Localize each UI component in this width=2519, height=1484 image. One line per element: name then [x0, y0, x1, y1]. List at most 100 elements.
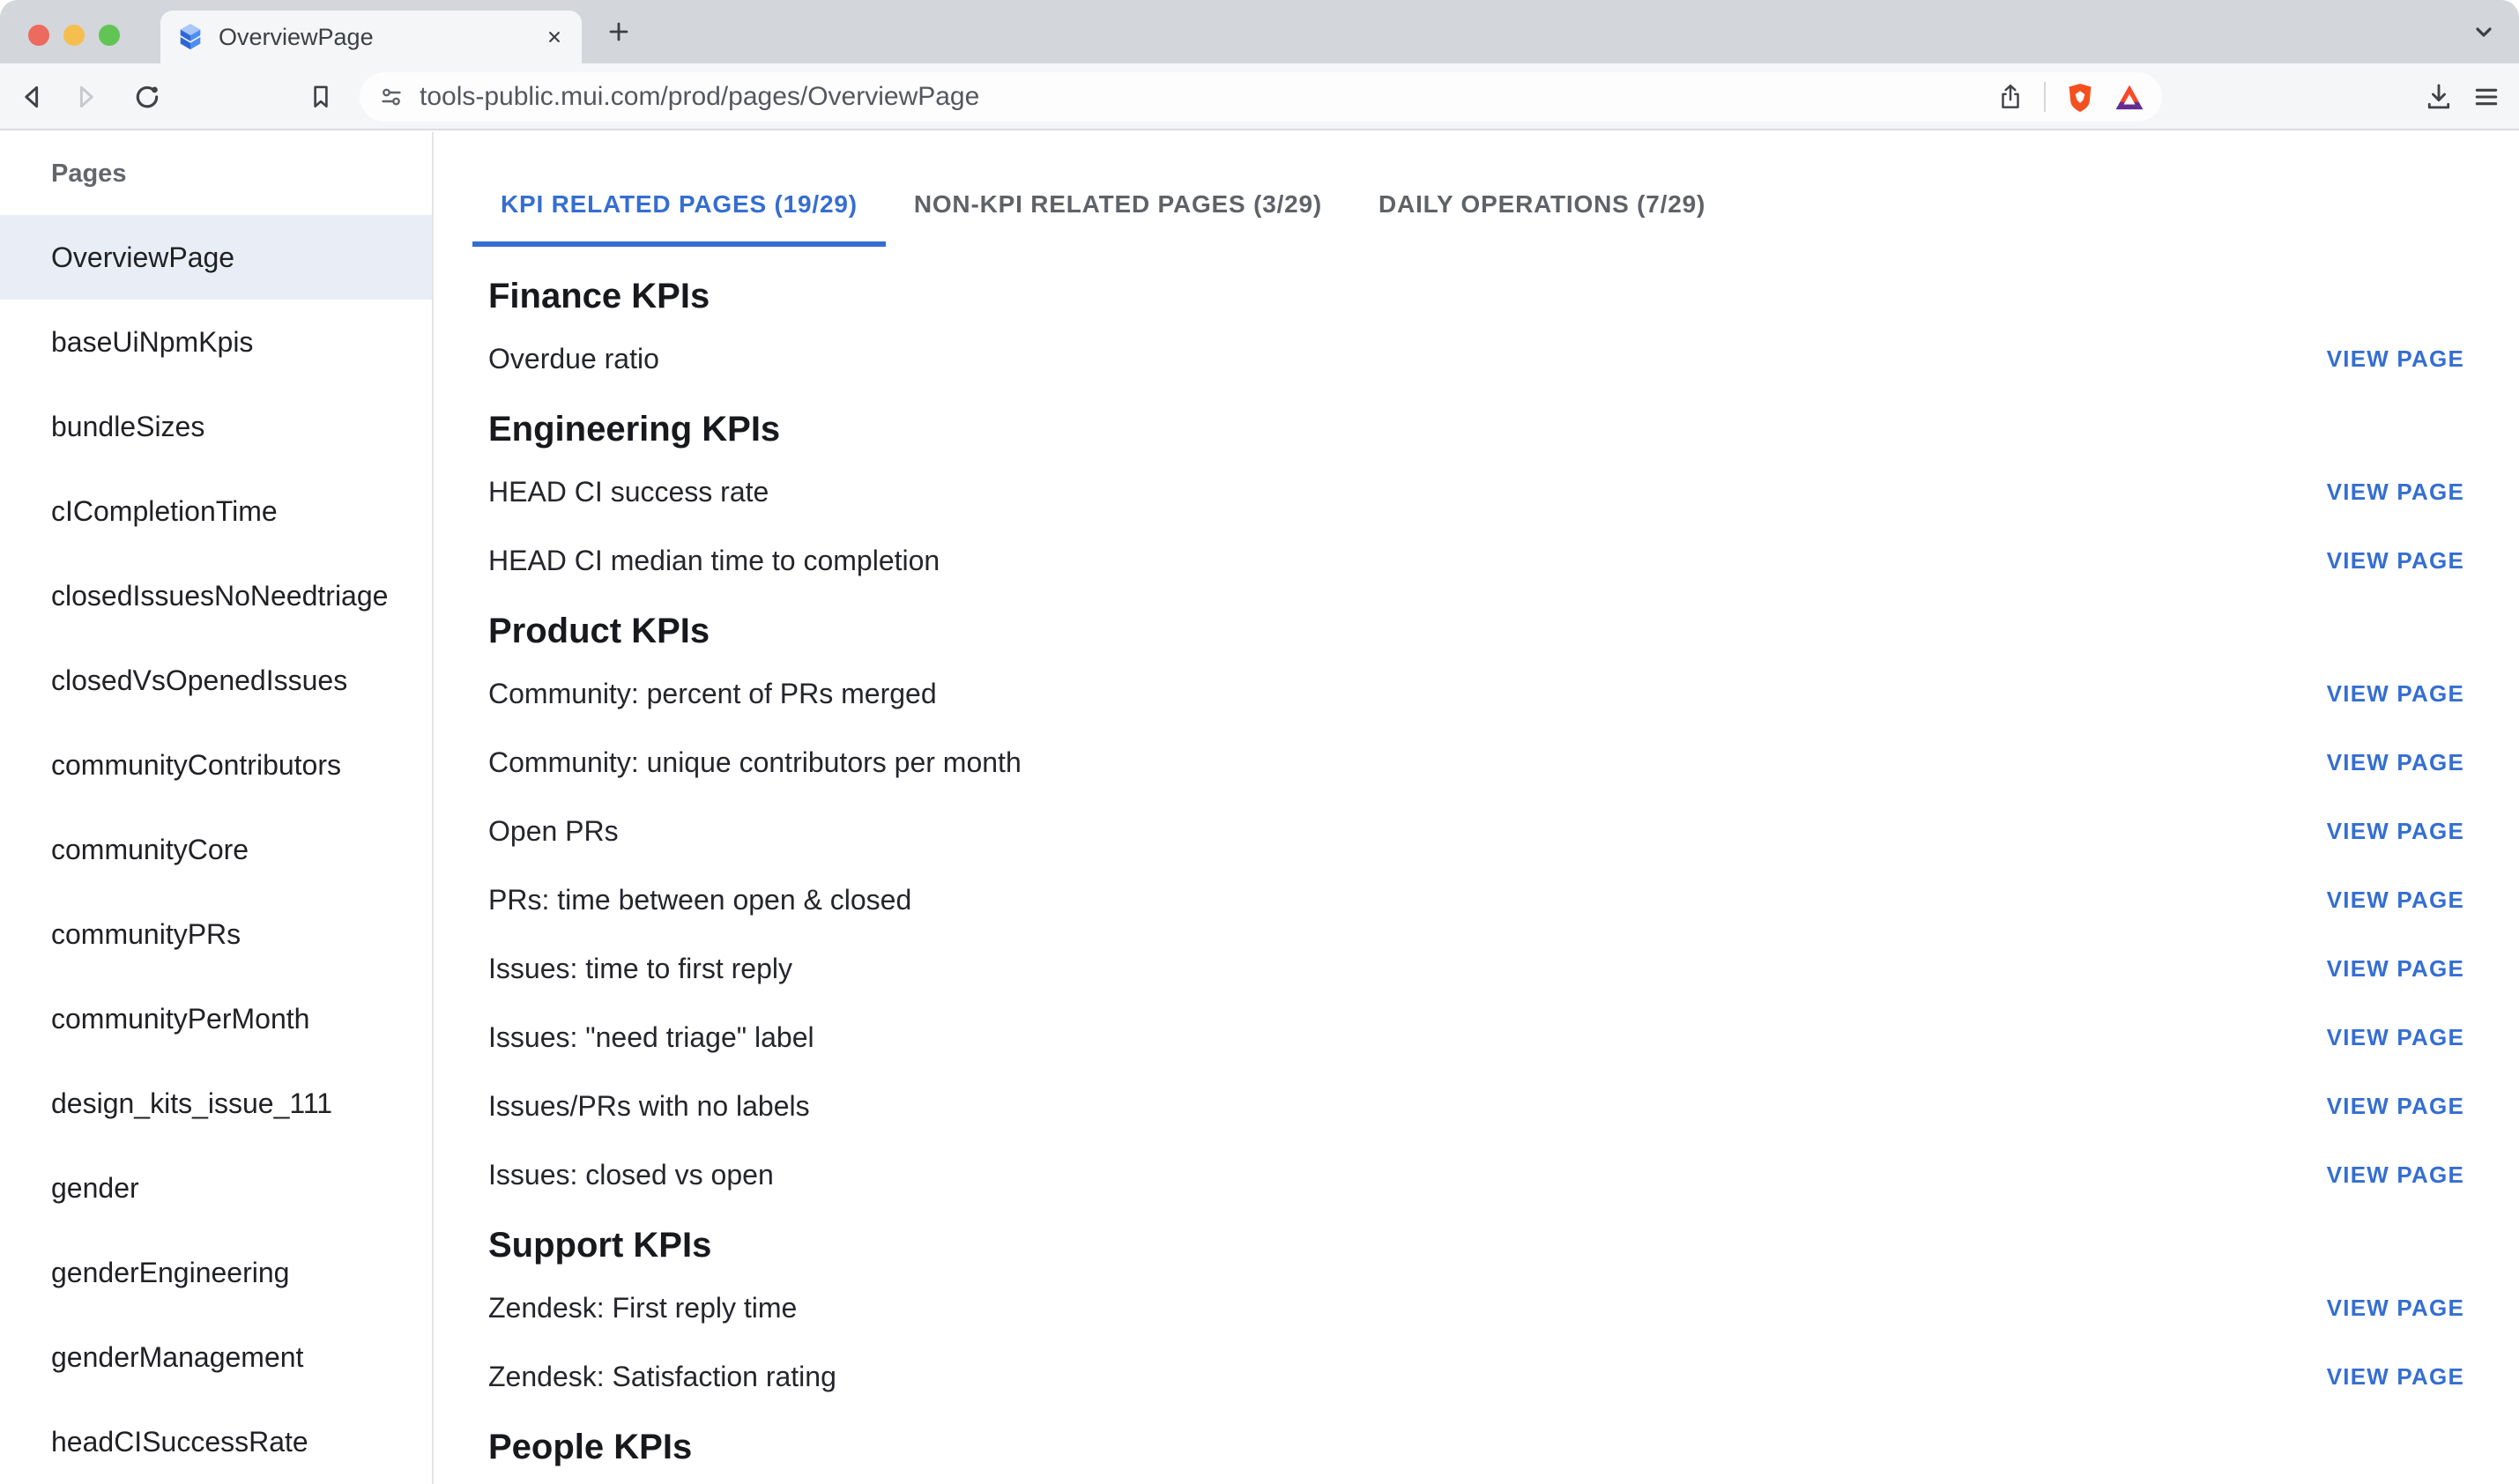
kpi-row: Overdue ratio VIEW PAGE — [488, 324, 2464, 393]
kpi-label: Community: unique contributors per month — [488, 746, 1022, 779]
sidebar-item-design_kits_issue_111[interactable]: design_kits_issue_111 — [0, 1061, 432, 1146]
back-button[interactable] — [16, 81, 48, 113]
sidebar-list: OverviewPagebaseUiNpmKpisbundleSizescICo… — [0, 215, 432, 1484]
tab-close-icon[interactable] — [541, 24, 568, 50]
browser-window: OverviewPage — [0, 0, 2519, 1484]
sidebar-item-communityCore[interactable]: communityCore — [0, 807, 432, 892]
toolbar: tools-public.mui.com/prod/pages/Overview… — [0, 63, 2519, 130]
tab-strip: OverviewPage — [0, 0, 2519, 63]
new-tab-button[interactable] — [603, 16, 635, 48]
kpi-section: Support KPIs Zendesk: First reply time V… — [488, 1224, 2464, 1411]
section-title: People KPIs — [488, 1426, 2464, 1468]
section-rows: Zendesk: First reply time VIEW PAGE Zend… — [488, 1273, 2464, 1411]
brave-shield-icon[interactable] — [2063, 81, 2095, 113]
kpi-section: Finance KPIs Overdue ratio VIEW PAGE — [488, 275, 2464, 393]
toolbar-actions — [2422, 80, 2501, 112]
view-page-link[interactable]: VIEW PAGE — [2327, 479, 2464, 506]
kpi-label: HEAD CI median time to completion — [488, 545, 940, 577]
kpi-section: People KPIs — [488, 1426, 2464, 1468]
kpi-row: Community: percent of PRs merged VIEW PA… — [488, 659, 2464, 728]
divider — [2044, 82, 2046, 112]
kpi-row: HEAD CI median time to completion VIEW P… — [488, 526, 2464, 595]
view-page-link[interactable]: VIEW PAGE — [2327, 1295, 2464, 1322]
section-rows: Overdue ratio VIEW PAGE — [488, 324, 2464, 393]
page-tab-0[interactable]: KPI RELATED PAGES (19/29) — [472, 162, 886, 247]
view-page-link[interactable]: VIEW PAGE — [2327, 680, 2464, 708]
kpi-sections: Finance KPIs Overdue ratio VIEW PAGE Eng… — [434, 275, 2519, 1468]
close-window-button[interactable] — [28, 25, 49, 46]
view-page-link[interactable]: VIEW PAGE — [2327, 1093, 2464, 1120]
sidebar: Pages OverviewPagebaseUiNpmKpisbundleSiz… — [0, 132, 434, 1484]
kpi-label: Issues: time to first reply — [488, 953, 792, 985]
traffic-lights — [28, 25, 120, 46]
view-page-link[interactable]: VIEW PAGE — [2327, 1363, 2464, 1391]
page-tabs: KPI RELATED PAGES (19/29)NON-KPI RELATED… — [472, 162, 2519, 247]
kpi-row: Issues: time to first reply VIEW PAGE — [488, 934, 2464, 1003]
minimize-window-button[interactable] — [63, 25, 85, 46]
kpi-row: HEAD CI success rate VIEW PAGE — [488, 457, 2464, 526]
view-page-link[interactable]: VIEW PAGE — [2327, 1024, 2464, 1051]
kpi-label: Open PRs — [488, 815, 619, 848]
page-content: Pages OverviewPagebaseUiNpmKpisbundleSiz… — [0, 132, 2519, 1484]
menu-hamburger-icon[interactable] — [2470, 80, 2501, 112]
section-title: Support KPIs — [488, 1224, 2464, 1266]
view-page-link[interactable]: VIEW PAGE — [2327, 887, 2464, 914]
section-rows: Community: percent of PRs merged VIEW PA… — [488, 659, 2464, 1209]
kpi-label: PRs: time between open & closed — [488, 884, 911, 916]
url-text: tools-public.mui.com/prod/pages/Overview… — [420, 82, 979, 112]
section-rows: HEAD CI success rate VIEW PAGE HEAD CI m… — [488, 457, 2464, 595]
view-page-link[interactable]: VIEW PAGE — [2327, 1161, 2464, 1189]
reload-button[interactable] — [131, 81, 163, 113]
tab-list-chevron-down-icon[interactable] — [2468, 16, 2500, 48]
view-page-link[interactable]: VIEW PAGE — [2327, 818, 2464, 845]
kpi-section: Engineering KPIs HEAD CI success rate VI… — [488, 408, 2464, 595]
sidebar-item-baseUiNpmKpis[interactable]: baseUiNpmKpis — [0, 300, 432, 384]
sidebar-item-communityPRs[interactable]: communityPRs — [0, 892, 432, 976]
kpi-row: Open PRs VIEW PAGE — [488, 797, 2464, 865]
kpi-label: Zendesk: First reply time — [488, 1292, 797, 1324]
kpi-label: HEAD CI success rate — [488, 476, 769, 508]
section-title: Finance KPIs — [488, 275, 2464, 317]
kpi-row: Issues: closed vs open VIEW PAGE — [488, 1140, 2464, 1209]
bat-triangle-icon[interactable] — [2113, 81, 2144, 113]
sidebar-item-gender[interactable]: gender — [0, 1146, 432, 1230]
sidebar-header: Pages — [0, 132, 432, 215]
page-tab-label: DAILY OPERATIONS (7/29) — [1378, 190, 1705, 219]
view-page-link[interactable]: VIEW PAGE — [2327, 345, 2464, 373]
kpi-section: Product KPIs Community: percent of PRs m… — [488, 610, 2464, 1209]
kpi-label: Zendesk: Satisfaction rating — [488, 1361, 836, 1393]
page-tab-2[interactable]: DAILY OPERATIONS (7/29) — [1350, 162, 1734, 247]
sidebar-item-genderManagement[interactable]: genderManagement — [0, 1315, 432, 1399]
sidebar-item-headCISuccessRate[interactable]: headCISuccessRate — [0, 1399, 432, 1484]
sidebar-item-closedVsOpenedIssues[interactable]: closedVsOpenedIssues — [0, 638, 432, 723]
site-settings-icon[interactable] — [377, 83, 405, 111]
sidebar-item-genderEngineering[interactable]: genderEngineering — [0, 1230, 432, 1315]
kpi-label: Issues/PRs with no labels — [488, 1090, 810, 1123]
urlbar-actions — [1995, 81, 2144, 113]
view-page-link[interactable]: VIEW PAGE — [2327, 547, 2464, 575]
sidebar-item-communityPerMonth[interactable]: communityPerMonth — [0, 976, 432, 1061]
zoom-window-button[interactable] — [99, 25, 120, 46]
sidebar-item-closedIssuesNoNeedtriage[interactable]: closedIssuesNoNeedtriage — [0, 553, 432, 638]
sidebar-item-communityContributors[interactable]: communityContributors — [0, 723, 432, 807]
address-bar[interactable]: tools-public.mui.com/prod/pages/Overview… — [360, 72, 2162, 122]
sidebar-item-OverviewPage[interactable]: OverviewPage — [0, 215, 432, 300]
share-icon[interactable] — [1995, 81, 2026, 113]
sidebar-item-cICompletionTime[interactable]: cICompletionTime — [0, 469, 432, 553]
view-page-link[interactable]: VIEW PAGE — [2327, 955, 2464, 983]
browser-tab[interactable]: OverviewPage — [160, 11, 582, 63]
page-tab-1[interactable]: NON-KPI RELATED PAGES (3/29) — [886, 162, 1350, 247]
mui-toolpad-logo-icon — [176, 23, 204, 51]
sidebar-item-bundleSizes[interactable]: bundleSizes — [0, 384, 432, 469]
kpi-label: Issues: closed vs open — [488, 1159, 774, 1191]
view-page-link[interactable]: VIEW PAGE — [2327, 749, 2464, 776]
kpi-label: Issues: "need triage" label — [488, 1021, 814, 1054]
kpi-label: Overdue ratio — [488, 343, 659, 375]
main-panel: KPI RELATED PAGES (19/29)NON-KPI RELATED… — [434, 132, 2519, 1484]
tab-title: OverviewPage — [219, 24, 541, 51]
bookmark-icon[interactable] — [305, 81, 337, 113]
kpi-row: Zendesk: Satisfaction rating VIEW PAGE — [488, 1342, 2464, 1411]
section-title: Engineering KPIs — [488, 408, 2464, 450]
download-icon[interactable] — [2422, 80, 2454, 112]
forward-button[interactable] — [71, 81, 102, 113]
